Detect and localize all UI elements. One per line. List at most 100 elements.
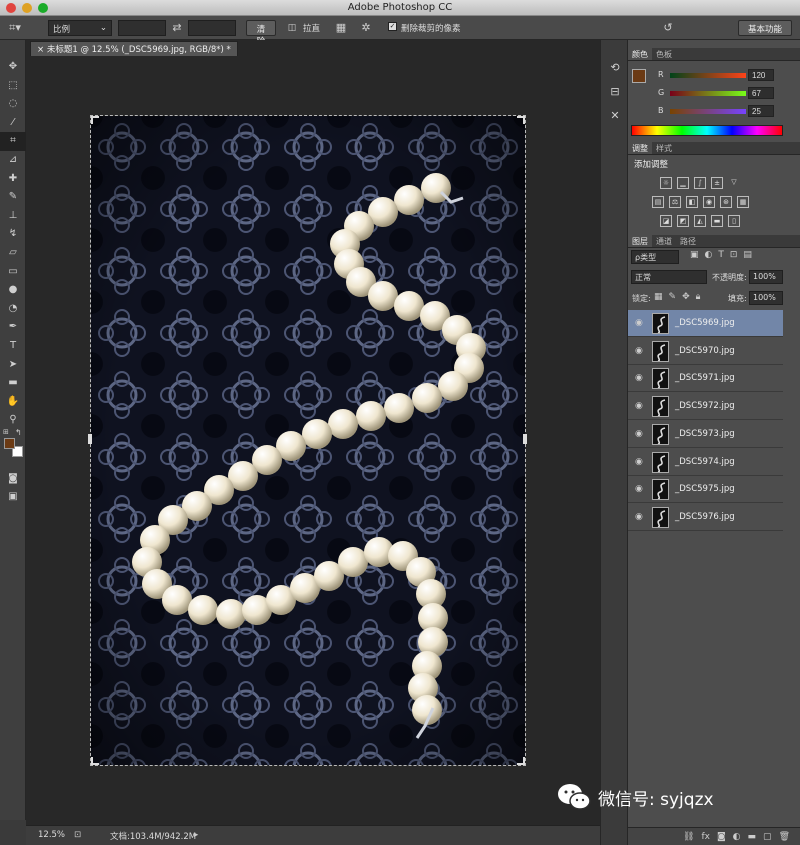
posterize-icon[interactable]: ◩ bbox=[677, 215, 689, 227]
visibility-eye-icon[interactable]: ◉ bbox=[635, 346, 645, 356]
layer-row[interactable]: ◉ _DSC5969.jpg bbox=[628, 310, 783, 337]
color-panel-foreground[interactable] bbox=[632, 69, 646, 83]
properties-panel-icon[interactable]: ⊟ bbox=[601, 80, 629, 104]
new-layer-icon[interactable]: ▢ bbox=[763, 832, 772, 842]
channel-mixer-icon[interactable]: ⊛ bbox=[720, 196, 732, 208]
color-spectrum-ramp[interactable] bbox=[631, 125, 783, 136]
layer-row[interactable]: ◉ _DSC5971.jpg bbox=[628, 365, 783, 393]
straighten-label[interactable]: 拉直 bbox=[303, 22, 320, 34]
add-mask-icon[interactable]: ◙ bbox=[717, 832, 726, 842]
tab-swatches[interactable]: 色板 bbox=[652, 48, 676, 60]
visibility-eye-icon[interactable]: ◉ bbox=[635, 484, 645, 494]
vibrance-icon[interactable]: ▽ bbox=[728, 177, 740, 189]
lock-transparency-icon[interactable]: ▦ bbox=[654, 292, 663, 302]
tab-adjustments[interactable]: 调整 bbox=[628, 142, 652, 154]
layer-row[interactable]: ◉ _DSC5970.jpg bbox=[628, 337, 783, 365]
clear-button[interactable]: 清除 bbox=[246, 20, 276, 47]
type-filter-icon[interactable]: T bbox=[718, 250, 724, 260]
layer-row[interactable]: ◉ _DSC5973.jpg bbox=[628, 420, 783, 448]
layer-row[interactable]: ◉ _DSC5972.jpg bbox=[628, 393, 783, 421]
blend-mode-select[interactable]: 正常 bbox=[631, 270, 707, 284]
clone-stamp-tool-icon[interactable]: ⊥ bbox=[0, 207, 26, 226]
history-brush-tool-icon[interactable]: ↯ bbox=[0, 225, 26, 244]
shape-tool-icon[interactable]: ▬ bbox=[0, 374, 26, 393]
layer-filter-select[interactable]: ρ类型 bbox=[631, 250, 679, 264]
channel-input[interactable] bbox=[748, 87, 774, 99]
foreground-color-swatch[interactable] bbox=[4, 437, 15, 449]
fill-input[interactable]: 100% bbox=[749, 291, 783, 305]
screen-mode-icon[interactable]: ▣ bbox=[0, 488, 26, 507]
tool-presets-icon[interactable]: ✕ bbox=[601, 104, 629, 128]
visibility-eye-icon[interactable]: ◉ bbox=[635, 512, 645, 522]
layer-row[interactable]: ◉ _DSC5975.jpg bbox=[628, 476, 783, 504]
exposure-icon[interactable]: ± bbox=[711, 177, 723, 189]
straighten-icon[interactable]: ◫ bbox=[285, 20, 299, 36]
slider-track[interactable] bbox=[670, 109, 746, 114]
tab-layers[interactable]: 图层 bbox=[628, 235, 652, 247]
crop-handle[interactable] bbox=[91, 757, 99, 765]
healing-brush-tool-icon[interactable]: ✚ bbox=[0, 170, 26, 189]
document-tab[interactable]: × 未标题1 @ 12.5% (_DSC5969.jpg, RGB/8*) * bbox=[30, 41, 238, 56]
adjust-filter-icon[interactable]: ◐ bbox=[705, 250, 713, 260]
move-tool-icon[interactable]: ✥ bbox=[0, 58, 26, 77]
eyedropper-tool-icon[interactable]: ⊿ bbox=[0, 151, 26, 170]
layer-row[interactable]: ◉ _DSC5976.jpg bbox=[628, 503, 783, 531]
history-panel-icon[interactable]: ⟲ bbox=[601, 56, 629, 80]
crop-tool-preset-icon[interactable]: ⌗▾ bbox=[4, 20, 26, 36]
visibility-eye-icon[interactable]: ◉ bbox=[635, 457, 645, 467]
zoom-level[interactable]: 12.5% bbox=[38, 830, 65, 840]
tab-styles[interactable]: 样式 bbox=[652, 142, 676, 154]
workspace-button[interactable]: 基本功能 bbox=[738, 20, 792, 36]
hand-tool-icon[interactable]: ✋ bbox=[0, 393, 26, 412]
swap-icon[interactable]: ⇄ bbox=[170, 20, 184, 36]
visibility-eye-icon[interactable]: ◉ bbox=[635, 318, 645, 328]
gradient-map-icon[interactable]: ▬ bbox=[711, 215, 723, 227]
path-select-tool-icon[interactable]: ➤ bbox=[0, 356, 26, 375]
lock-pixels-icon[interactable]: ✎ bbox=[669, 292, 677, 302]
tab-channels[interactable]: 通道 bbox=[652, 235, 676, 247]
layer-style-icon[interactable]: fx bbox=[701, 832, 710, 842]
crop-handle[interactable] bbox=[517, 757, 525, 765]
selective-color-icon[interactable]: ▯ bbox=[728, 215, 740, 227]
brightness-icon[interactable]: ☼ bbox=[660, 177, 672, 189]
delete-cropped-checkbox[interactable]: ✓ bbox=[388, 22, 397, 31]
new-group-icon[interactable]: ▬ bbox=[748, 832, 757, 842]
quick-mask-icon[interactable]: ◙ bbox=[0, 470, 26, 489]
image-filter-icon[interactable]: ▣ bbox=[690, 250, 699, 260]
channel-input[interactable] bbox=[748, 105, 774, 117]
tab-color[interactable]: 颜色 bbox=[628, 48, 652, 60]
trash-icon[interactable]: 🗑︎ bbox=[779, 832, 790, 842]
crop-canvas[interactable] bbox=[90, 115, 526, 766]
blur-tool-icon[interactable]: ● bbox=[0, 281, 26, 300]
hue-saturation-icon[interactable]: ▤ bbox=[652, 196, 664, 208]
gradient-tool-icon[interactable]: ▭ bbox=[0, 263, 26, 282]
lock-all-icon[interactable]: 🔒︎ bbox=[696, 292, 701, 302]
quick-select-tool-icon[interactable]: ⁄ bbox=[0, 114, 26, 133]
link-layers-icon[interactable]: ⛓ bbox=[683, 832, 694, 842]
visibility-eye-icon[interactable]: ◉ bbox=[635, 373, 645, 383]
status-menu-icon[interactable]: ▸ bbox=[194, 830, 198, 840]
brush-tool-icon[interactable]: ✎ bbox=[0, 188, 26, 207]
dodge-tool-icon[interactable]: ◔ bbox=[0, 300, 26, 319]
opacity-input[interactable]: 100% bbox=[749, 270, 783, 284]
shape-filter-icon[interactable]: ⊡ bbox=[730, 250, 738, 260]
invert-icon[interactable]: ◪ bbox=[660, 215, 672, 227]
smart-filter-icon[interactable]: ▤ bbox=[743, 250, 752, 260]
threshold-icon[interactable]: ◭ bbox=[694, 215, 706, 227]
visibility-eye-icon[interactable]: ◉ bbox=[635, 429, 645, 439]
tab-paths[interactable]: 路径 bbox=[676, 235, 700, 247]
lock-position-icon[interactable]: ✥ bbox=[682, 292, 690, 302]
pen-tool-icon[interactable]: ✒ bbox=[0, 318, 26, 337]
close-icon[interactable]: × bbox=[37, 45, 44, 55]
channel-input[interactable] bbox=[748, 69, 774, 81]
black-white-icon[interactable]: ◧ bbox=[686, 196, 698, 208]
marquee-tool-icon[interactable]: ⬚ bbox=[0, 77, 26, 96]
color-balance-icon[interactable]: ⚖ bbox=[669, 196, 681, 208]
swap-colors-icon[interactable]: ↰ bbox=[15, 428, 22, 437]
crop-handle[interactable] bbox=[91, 116, 99, 124]
eraser-tool-icon[interactable]: ▱ bbox=[0, 244, 26, 263]
photo-filter-icon[interactable]: ◉ bbox=[703, 196, 715, 208]
overlay-grid-icon[interactable]: ▦ bbox=[333, 20, 349, 36]
curves-icon[interactable]: ∫ bbox=[694, 177, 706, 189]
lasso-tool-icon[interactable]: ◌ bbox=[0, 95, 26, 114]
